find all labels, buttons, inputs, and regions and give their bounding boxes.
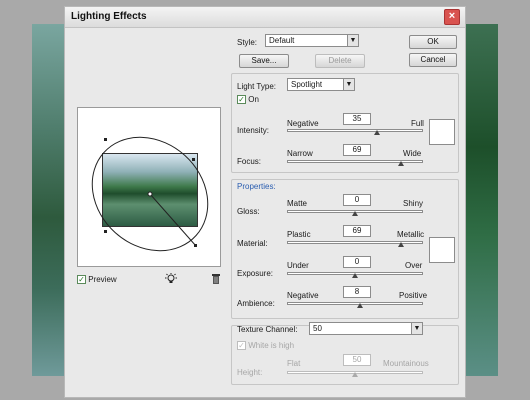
chevron-down-icon: ▼: [343, 79, 354, 90]
focus-max-label: Wide: [403, 149, 422, 158]
intensity-value-field[interactable]: 35: [343, 113, 371, 125]
gloss-min-label: Matte: [287, 199, 308, 208]
ambience-slider[interactable]: [287, 302, 423, 305]
light-color-swatch[interactable]: [429, 119, 455, 145]
intensity-label: Intensity:: [237, 126, 270, 135]
ellipse-handle: [104, 138, 107, 141]
style-select[interactable]: Default ▼: [265, 34, 359, 47]
style-value: Default: [269, 36, 295, 45]
cancel-button[interactable]: Cancel: [409, 53, 457, 67]
intensity-max-label: Full: [411, 119, 424, 128]
focus-min-label: Narrow: [287, 149, 313, 158]
preview-checkbox[interactable]: ✓: [77, 275, 86, 285]
height-min-label: Flat: [287, 359, 301, 368]
preview-canvas[interactable]: [77, 107, 221, 267]
chevron-down-icon: ▼: [411, 323, 422, 334]
light-type-select[interactable]: Spotlight ▼: [287, 78, 355, 91]
light-on-checkbox[interactable]: ✓: [237, 95, 246, 105]
height-value-field[interactable]: 50: [343, 354, 371, 366]
exposure-slider-thumb[interactable]: [352, 273, 358, 278]
light-on-label: On: [248, 95, 259, 104]
style-label: Style:: [237, 38, 258, 47]
material-max-label: Metallic: [397, 230, 425, 239]
white-is-high-label: White is high: [248, 341, 295, 350]
ellipse-handle: [194, 244, 197, 247]
material-slider-thumb[interactable]: [398, 242, 404, 247]
preview-toggle[interactable]: ✓ Preview: [77, 275, 117, 285]
ambience-max-label: Positive: [399, 291, 428, 300]
intensity-slider[interactable]: [287, 129, 423, 132]
exposure-label: Exposure:: [237, 269, 274, 278]
dialog-title: Lighting Effects: [71, 11, 147, 22]
texture-channel-value: 50: [313, 324, 322, 333]
height-max-label: Mountainous: [383, 359, 429, 368]
close-button[interactable]: ×: [444, 9, 460, 25]
ellipse-handle: [192, 158, 195, 161]
exposure-min-label: Under: [287, 261, 309, 270]
preview-label: Preview: [88, 275, 117, 284]
delete-button[interactable]: Delete: [315, 54, 365, 68]
gloss-slider-thumb[interactable]: [352, 211, 358, 216]
ellipse-handle: [104, 230, 107, 233]
background-photo-right: [462, 24, 498, 376]
light-type-value: Spotlight: [291, 80, 323, 89]
light-direction-line: [149, 193, 197, 247]
height-slider-thumb[interactable]: [352, 372, 358, 377]
ambience-min-label: Negative: [287, 291, 319, 300]
ambient-color-swatch[interactable]: [429, 237, 455, 263]
close-icon: ×: [448, 10, 456, 22]
trash-icon[interactable]: [211, 273, 221, 285]
ambience-slider-thumb[interactable]: [357, 303, 363, 308]
texture-channel-select[interactable]: 50 ▼: [309, 322, 423, 335]
texture-channel-label: Texture Channel:: [237, 325, 298, 334]
intensity-min-label: Negative: [287, 119, 319, 128]
light-type-label: Light Type:: [237, 82, 276, 91]
gloss-label: Gloss:: [237, 207, 260, 216]
light-center-handle: [147, 191, 153, 197]
ambience-value-field[interactable]: 8: [343, 286, 371, 298]
material-value-field[interactable]: 69: [343, 225, 371, 237]
exposure-max-label: Over: [405, 261, 423, 270]
title-bar: Lighting Effects ×: [65, 7, 465, 28]
height-label: Height:: [237, 368, 263, 377]
focus-slider-thumb[interactable]: [398, 161, 404, 166]
ok-button[interactable]: OK: [409, 35, 457, 49]
lighting-effects-dialog: Lighting Effects × ✓ Preview Style: Defa…: [64, 6, 466, 398]
ambience-label: Ambience:: [237, 299, 275, 308]
gloss-value-field[interactable]: 0: [343, 194, 371, 206]
chevron-down-icon: ▼: [347, 35, 358, 46]
light-on-toggle[interactable]: ✓ On: [237, 95, 259, 105]
exposure-value-field[interactable]: 0: [343, 256, 371, 268]
white-is-high-toggle[interactable]: ✓ White is high: [237, 341, 295, 351]
gloss-max-label: Shiny: [403, 199, 424, 208]
material-label: Material:: [237, 239, 268, 248]
focus-value-field[interactable]: 69: [343, 144, 371, 156]
material-min-label: Plastic: [287, 230, 311, 239]
white-is-high-checkbox[interactable]: ✓: [237, 341, 246, 351]
focus-label: Focus:: [237, 157, 262, 166]
light-bulb-icon[interactable]: [165, 273, 177, 285]
properties-heading: Properties:: [237, 182, 276, 191]
spotlight-ellipse-overlay[interactable]: [78, 108, 222, 268]
intensity-slider-thumb[interactable]: [374, 130, 380, 135]
save-button[interactable]: Save...: [239, 54, 289, 68]
